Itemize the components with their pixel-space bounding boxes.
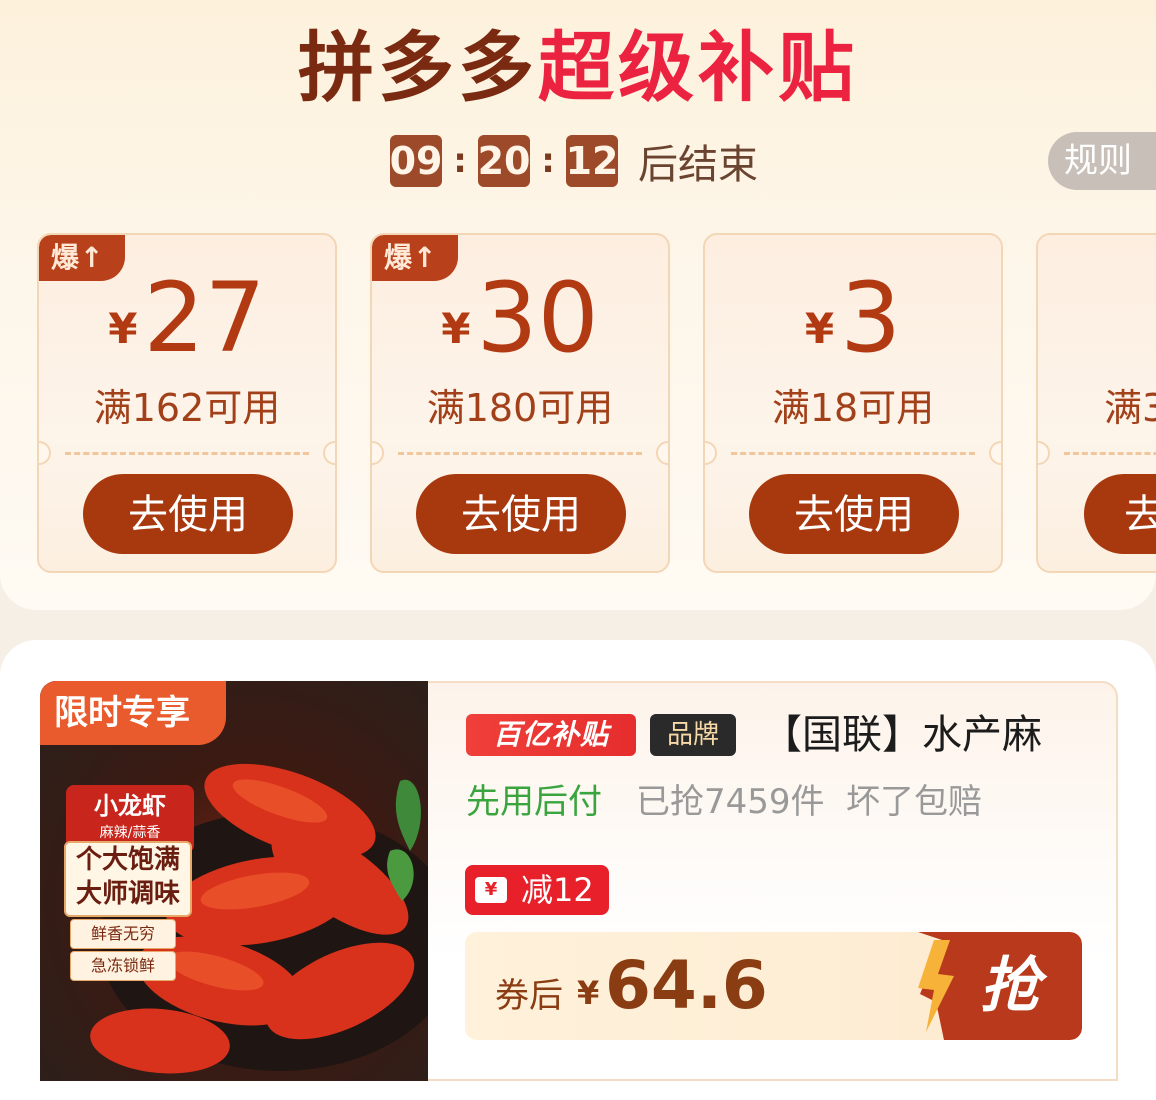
lightning-icon (898, 932, 968, 1040)
title-highlight: 超级补贴 (538, 23, 858, 112)
brand-badge: 品牌 (650, 714, 736, 756)
notch (372, 441, 384, 465)
countdown-minutes: 20 (478, 135, 530, 187)
feature-tag: 急冻锁鲜 (70, 951, 176, 981)
sold-count: 已抢7459件 (636, 782, 825, 822)
countdown-seconds: 12 (566, 135, 618, 187)
notch (1038, 441, 1050, 465)
slogan-line: 个大饱满 (75, 845, 180, 875)
countdown-separator: : (541, 141, 555, 181)
pay-later-label: 先用后付 (466, 782, 602, 822)
notch (705, 441, 717, 465)
rules-button[interactable]: 规则 (1048, 132, 1156, 190)
coupon-condition: 满162可用 (93, 386, 281, 430)
coupon-condition: 满180可用 (426, 386, 614, 430)
coupon-condition: 满18可用 (771, 386, 935, 430)
use-coupon-button[interactable]: 去使用 (416, 474, 626, 554)
coupon-condition: 满3 (1104, 386, 1156, 430)
notch (656, 441, 668, 465)
currency-symbol: ¥ (804, 304, 835, 353)
divider (1064, 452, 1156, 455)
countdown-timer: 09 : 20 : 12 后结束 (390, 134, 758, 188)
product-slogan: 个大饱满 大师调味 (64, 841, 192, 917)
price-value: 64.6 (605, 947, 768, 1024)
title-brand: 拼多多 (298, 23, 538, 112)
price-currency: ¥ (577, 974, 600, 1012)
page-title: 拼多多超级补贴 (0, 22, 1156, 114)
use-coupon-button[interactable]: 去 (1084, 474, 1156, 554)
notch (39, 441, 51, 465)
coupon-value: 27 (143, 262, 266, 374)
coupon-ticket-icon: ¥ (475, 877, 507, 903)
slogan-line: 大师调味 (75, 879, 180, 909)
use-coupon-button[interactable]: 去使用 (83, 474, 293, 554)
subsidy-badge: 百亿补贴 (466, 714, 636, 756)
guarantee-label: 坏了包赔 (846, 782, 982, 822)
coupon-card[interactable]: 爆↑ ¥30 满180可用 去使用 (370, 233, 670, 573)
label-subtitle: 麻辣/蒜香 (99, 825, 161, 841)
label-title: 小龙虾 (94, 792, 166, 820)
discount-text: 减12 (521, 871, 594, 909)
feature-tag: 鲜香无穷 (70, 919, 176, 949)
limited-offer-badge: 限时专享 (40, 681, 226, 745)
use-coupon-button[interactable]: 去使用 (749, 474, 959, 554)
divider (731, 452, 975, 455)
product-image[interactable]: 限时专享 小龙虾 麻辣/蒜香 个大饱满 大师调味 鲜香无穷 急冻锁鲜 (40, 681, 428, 1081)
product-title[interactable]: 【国联】水产麻 (762, 710, 1042, 760)
grab-label: 抢 (980, 951, 1040, 1021)
grab-button[interactable]: 抢 (898, 932, 1082, 1040)
divider (65, 452, 309, 455)
price-prefix: 券后 (495, 976, 563, 1016)
coupon-card[interactable]: 爆↑ ¥27 满162可用 去使用 (37, 233, 337, 573)
divider (398, 452, 642, 455)
countdown-suffix: 后结束 (638, 142, 758, 188)
countdown-hours: 09 (390, 135, 442, 187)
discount-tag: ¥ 减12 (465, 865, 609, 915)
coupon-value: 3 (840, 262, 902, 374)
countdown-separator: : (453, 141, 467, 181)
currency-symbol: ¥ (108, 304, 138, 353)
price-bar[interactable]: 券后 ¥ 64.6 抢 (465, 932, 1082, 1040)
coupon-value: 30 (476, 262, 599, 374)
notch (989, 441, 1001, 465)
notch (323, 441, 335, 465)
currency-symbol: ¥ (441, 304, 471, 353)
coupon-amount: ¥ (1038, 263, 1156, 390)
coupon-card[interactable]: ¥ 满3 去 (1036, 233, 1156, 573)
coupon-card[interactable]: ¥3 满18可用 去使用 (703, 233, 1003, 573)
